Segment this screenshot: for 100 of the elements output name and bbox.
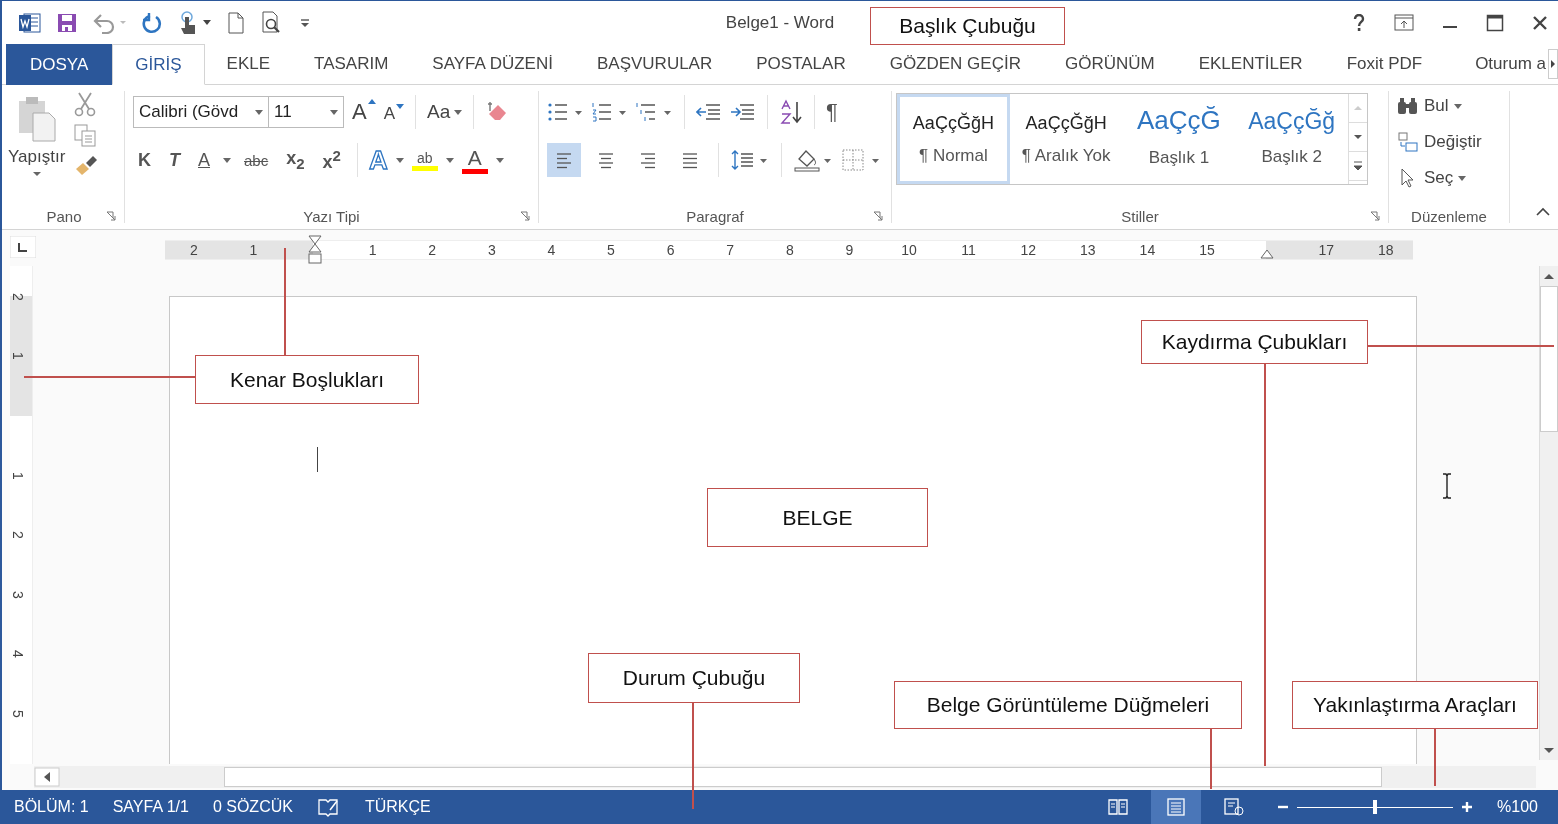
dialog-launcher-icon[interactable] [106,211,116,221]
ruler-number: 17 [1318,241,1334,259]
ribbon-tab[interactable]: GÖRÜNÜM [1042,44,1177,84]
new-document-icon[interactable] [226,11,246,34]
status-item[interactable]: 0 SÖZCÜK [212,798,293,816]
i-beam-cursor-icon [1441,473,1453,499]
format-button[interactable]: x$_{2}$ [281,146,310,174]
sort-icon[interactable] [779,99,803,125]
dropdown-caret-icon[interactable] [223,157,231,163]
language-indicator[interactable]: TÜRKÇE [364,798,431,816]
paste-button[interactable]: Yapıştır [8,91,66,203]
dropdown-caret-icon [330,109,338,115]
bullet-list-icon[interactable] [547,101,583,123]
numbered-list-icon[interactable] [591,101,627,123]
shrink-font-button[interactable]: A [383,100,405,124]
ruler-number: 5 [9,710,26,718]
save-icon[interactable] [56,11,78,34]
horizontal-scrollbar[interactable] [34,766,1536,788]
undo-icon[interactable] [92,11,128,34]
web-page-icon [1223,798,1246,816]
style-item[interactable]: AaÇçĞ Başlık 1 [1122,94,1236,184]
text-cursor [317,447,318,472]
dropdown-caret-icon[interactable] [395,157,404,163]
ruler-number: 1 [9,352,26,361]
ruler-number: 18 [1378,241,1394,259]
print-layout-button[interactable] [1151,790,1202,824]
zoom-slider-thumb[interactable] [1373,800,1378,814]
book-icon [1108,798,1129,816]
dropdown-caret-icon [31,171,42,177]
sign-in-link[interactable]: Oturum a [1475,54,1546,74]
window-title: Belge1 - Word [725,12,835,33]
highlight-button[interactable]: ab [411,149,438,171]
ruler-number: 9 [845,241,854,259]
callout-label: Yakınlaştırma Araçları [1292,681,1538,729]
ribbon-tab[interactable]: Foxit PDF [1324,44,1445,84]
group-label: Pano [46,207,82,225]
format-button[interactable]: K [133,147,156,173]
maximize-icon[interactable] [1486,13,1504,32]
ribbon-display-icon[interactable] [1394,13,1414,32]
style-item[interactable]: AaÇçĞğH ¶ Aralık Yok [1009,94,1123,184]
dropdown-caret-icon [454,109,463,115]
proofing-icon[interactable] [316,797,341,817]
font-size-field[interactable]: 11 [268,96,344,128]
format-button[interactable]: abc [239,149,274,171]
grow-font-button[interactable]: A [352,99,376,125]
text-effects-button[interactable]: A [368,144,388,176]
editing-button[interactable]: Bul [1397,91,1505,121]
dialog-launcher-icon[interactable] [520,211,530,221]
group-label: Stiller [1121,207,1159,225]
close-icon[interactable] [1532,14,1548,31]
ribbon-tab[interactable]: TASARIM [292,44,411,84]
style-item[interactable]: AaÇçĞğH ¶ Normal [897,94,1010,184]
vertical-scrollbar[interactable] [1539,266,1558,760]
multilevel-list-icon[interactable] [635,101,673,123]
style-item[interactable]: AaÇçĞğ Başlık 2 [1235,94,1348,184]
show-formatting-button[interactable]: ¶ [826,99,838,125]
dropdown-caret-icon[interactable] [445,157,454,163]
indent-marker-icon[interactable] [308,235,322,265]
change-case-button[interactable]: Aa [427,101,463,123]
help-icon[interactable] [1352,13,1366,32]
ruler-number: 3 [9,590,26,599]
format-button[interactable]: A [193,147,215,173]
zoom-level[interactable]: %100 [1497,798,1538,816]
redo-icon[interactable] [142,11,164,34]
increase-indent-icon[interactable] [730,102,756,122]
ribbon-tab[interactable]: BAŞVURULAR [574,44,735,84]
font-color-button[interactable]: A [461,146,488,174]
scroll-left-icon[interactable] [34,767,60,787]
zoom-in-icon[interactable] [1461,801,1474,813]
ribbon-tab[interactable]: EKLE [204,44,293,84]
ribbon-tab[interactable]: GİRİŞ [112,44,205,85]
touch-mode-icon[interactable] [178,10,212,35]
line-spacing-icon[interactable] [730,148,770,172]
ribbon-tab[interactable]: POSTALAR [734,44,868,84]
ribbon-tab[interactable]: GÖZDEN GEÇİR [867,44,1043,84]
scroll-right-icon[interactable] [1548,49,1558,79]
ribbon-tab[interactable]: EKLENTİLER [1176,44,1325,84]
dialog-launcher-icon[interactable] [873,211,883,221]
tab-selector-icon[interactable] [10,236,36,258]
ruler-number: 5 [607,241,615,259]
decrease-indent-icon[interactable] [696,102,722,122]
ruler-number: 11 [961,241,976,259]
dropdown-caret-icon [1458,175,1467,181]
status-item[interactable]: SAYFA 1/1 [112,798,189,816]
editing-button[interactable]: Değiştir [1397,127,1505,157]
collapse-ribbon-icon[interactable] [1536,207,1550,217]
dropdown-caret-icon[interactable] [495,157,504,163]
right-indent-marker-icon[interactable] [1260,249,1274,259]
ruler-number: 10 [901,241,917,259]
editing-button[interactable]: Seç [1397,163,1505,193]
ribbon-tab[interactable]: SAYFA DÜZENİ [410,44,575,84]
group-label: Düzenleme [1411,207,1487,225]
format-button[interactable]: T [164,147,185,173]
ruler-number: 6 [666,241,675,259]
format-button[interactable]: x$^{2}$ [317,145,346,175]
cut-icon[interactable] [73,91,98,117]
file-tab[interactable]: DOSYA [6,44,113,85]
dialog-launcher-icon[interactable] [1370,211,1380,221]
status-item[interactable]: BÖLÜM: 1 [14,798,89,816]
font-name-field[interactable]: Calibri (Gövd [133,96,269,128]
